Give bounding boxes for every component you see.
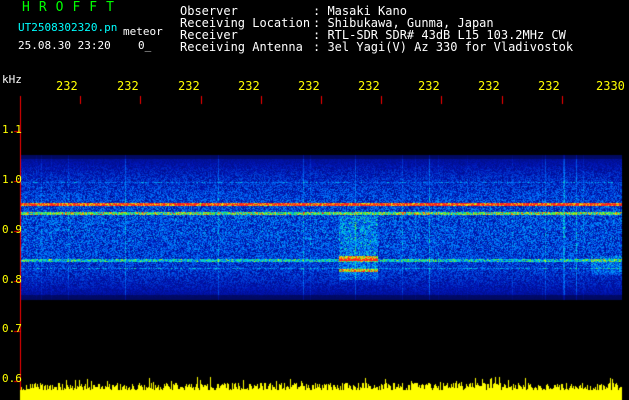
datetime-label: 25.08.30 23:20 bbox=[18, 39, 111, 52]
time-tick-label: 232 bbox=[117, 79, 139, 93]
filename-label: UT2508302320.pn bbox=[18, 21, 118, 34]
app-logo: HROFFT bbox=[22, 0, 123, 15]
time-tick-label: 2330 bbox=[596, 79, 625, 93]
freq-tick-label: 1.0 bbox=[2, 173, 22, 186]
freq-tick-label: 0.6 bbox=[2, 372, 22, 385]
time-tick-label: 232 bbox=[538, 79, 560, 93]
time-tick-label: 232 bbox=[478, 79, 500, 93]
time-tick-label: 232 bbox=[238, 79, 260, 93]
freq-tick-label: 1.1 bbox=[2, 123, 22, 136]
time-tick-label: 232 bbox=[56, 79, 78, 93]
antenna-value: : 3el Yagi(V) Az 330 for Vladivostok bbox=[313, 40, 574, 54]
time-tick-label: 232 bbox=[298, 79, 320, 93]
spectrogram-plot bbox=[0, 0, 629, 400]
mode-label: meteor bbox=[123, 25, 163, 38]
freq-tick-label: 0.9 bbox=[2, 223, 22, 236]
freq-tick-label: 0.8 bbox=[2, 273, 22, 286]
time-tick-label: 232 bbox=[358, 79, 380, 93]
freq-tick-label: 0.7 bbox=[2, 322, 22, 335]
time-tick-label: 232 bbox=[418, 79, 440, 93]
status-mark: 0_ bbox=[138, 39, 152, 52]
freq-unit-label: kHz bbox=[2, 73, 22, 86]
antenna-label: Receiving Antenna bbox=[180, 40, 303, 54]
time-tick-label: 232 bbox=[178, 79, 200, 93]
